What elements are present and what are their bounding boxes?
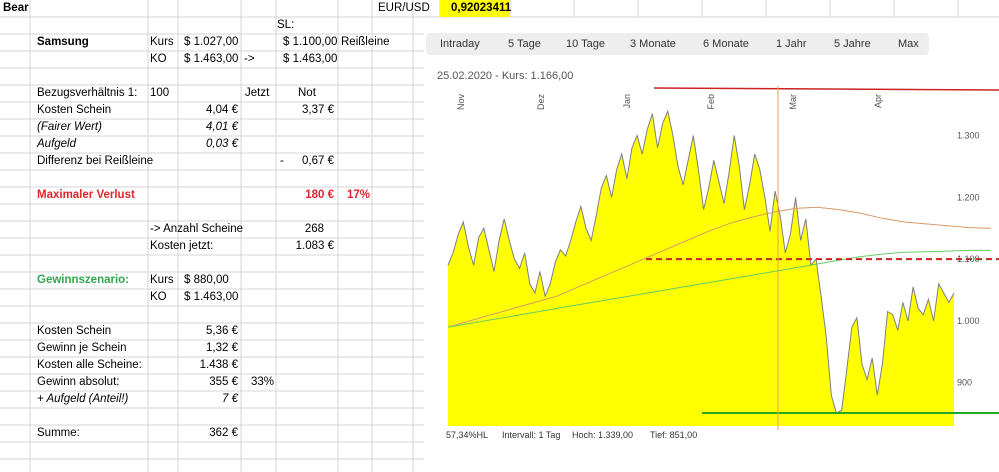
g-kurs-label[interactable]: Kurs: [150, 272, 174, 289]
jetzt-header[interactable]: Jetzt: [245, 85, 269, 102]
footer-hoch: Hoch: 1.339,00: [572, 430, 634, 440]
x-tick-label: Dez: [536, 94, 546, 111]
g-kosten-schein-value[interactable]: 5,36 €: [178, 323, 238, 340]
max-verlust-value[interactable]: 180 €: [276, 187, 334, 204]
gewinn-abs-value[interactable]: 355 €: [178, 374, 238, 391]
ko-line: [653, 87, 999, 91]
chart-panel: Intraday 5 Tage 10 Tage 3 Monate 6 Monat…: [424, 28, 999, 472]
sl-value[interactable]: $ 1.100,00: [283, 34, 337, 51]
g-kosten-schein-label[interactable]: Kosten Schein: [37, 323, 111, 340]
gewinn-je-label[interactable]: Gewinn je Schein: [37, 340, 127, 357]
price-area: [448, 111, 954, 427]
arrow-label[interactable]: ->: [244, 51, 255, 68]
g-ko-label[interactable]: KO: [150, 289, 167, 306]
aufgeld-anteil-label[interactable]: + Aufgeld (Anteil!): [37, 391, 128, 408]
gewinn-je-value[interactable]: 1,32 €: [178, 340, 238, 357]
y-tick-label: 1.200: [957, 192, 980, 202]
fairer-wert-label[interactable]: (Fairer Wert): [37, 119, 102, 136]
kurs-label[interactable]: Kurs: [150, 34, 174, 51]
x-tick-label: Mar: [788, 94, 798, 110]
y-tick-label: 1.000: [957, 316, 980, 326]
aufgeld-label[interactable]: Aufgeld: [37, 136, 76, 153]
kosten-jetzt-value[interactable]: 1.083 €: [276, 238, 334, 255]
kosten-schein-label[interactable]: Kosten Schein: [37, 102, 111, 119]
sl-label[interactable]: SL:: [277, 17, 294, 34]
aufgeld-value[interactable]: 0,03 €: [178, 136, 238, 153]
bezug-label[interactable]: Bezugsverhältnis 1:: [37, 85, 137, 102]
x-tick-label: Apr: [873, 94, 883, 108]
max-verlust-pct[interactable]: 17%: [347, 187, 370, 204]
not-header[interactable]: Not: [298, 85, 316, 102]
sheet-title[interactable]: Bear: [3, 0, 29, 17]
ko-label[interactable]: KO: [150, 51, 167, 68]
summe-value[interactable]: 362 €: [178, 425, 238, 442]
eurusd-rate[interactable]: 0,92023411: [440, 0, 511, 17]
reissleine-label[interactable]: Reißleine: [341, 34, 390, 51]
fairer-wert-value[interactable]: 4,01 €: [178, 119, 238, 136]
footer-intervall: Intervall: 1 Tag: [502, 430, 561, 440]
y-tick-label: 1.300: [957, 130, 980, 140]
kosten-alle-value[interactable]: 1.438 €: [178, 357, 238, 374]
aufgeld-anteil-value[interactable]: 7 €: [178, 391, 238, 408]
kurs-value[interactable]: $ 1.027,00: [184, 34, 238, 51]
x-tick-label: Jan: [622, 94, 632, 109]
differenz-value[interactable]: 0,67 €: [276, 153, 334, 170]
g-kurs-value[interactable]: $ 880,00: [184, 272, 229, 289]
x-tick-label: Nov: [456, 94, 466, 111]
kosten-schein-jetzt[interactable]: 4,04 €: [178, 102, 238, 119]
bezug-value[interactable]: 100: [150, 85, 169, 102]
gewinnszenario-label[interactable]: Gewinnszenario:: [37, 272, 129, 289]
y-tick-label: 1.100: [957, 254, 980, 264]
kosten-alle-label[interactable]: Kosten alle Scheine:: [37, 357, 142, 374]
stock-name[interactable]: Samsung: [37, 34, 89, 51]
price-chart[interactable]: 1.300 1.200 1.100 1.000 900 Nov Dez Jan Feb Mar Ap…: [424, 28, 999, 472]
differenz-label[interactable]: Differenz bei Reißleine: [37, 153, 153, 170]
x-tick-label: Feb: [706, 94, 716, 110]
anzahl-value[interactable]: 268: [276, 221, 324, 238]
max-verlust-label[interactable]: Maximaler Verlust: [37, 187, 135, 204]
g-ko-value[interactable]: $ 1.463,00: [184, 289, 238, 306]
gewinn-abs-label[interactable]: Gewinn absolut:: [37, 374, 119, 391]
y-tick-label: 900: [957, 378, 972, 388]
anzahl-label[interactable]: -> Anzahl Scheine: [150, 221, 243, 238]
footer-hl: 57,34%HL: [446, 430, 489, 440]
kosten-schein-not[interactable]: 3,37 €: [276, 102, 334, 119]
kosten-jetzt-label[interactable]: Kosten jetzt:: [150, 238, 213, 255]
ko-value[interactable]: $ 1.463,00: [184, 51, 238, 68]
ko-value-2[interactable]: $ 1.463,00: [283, 51, 337, 68]
footer-tief: Tief: 851,00: [650, 430, 698, 440]
eurusd-label[interactable]: EUR/USD: [378, 0, 430, 17]
gewinn-abs-pct[interactable]: 33%: [251, 374, 274, 391]
summe-label[interactable]: Summe:: [37, 425, 80, 442]
